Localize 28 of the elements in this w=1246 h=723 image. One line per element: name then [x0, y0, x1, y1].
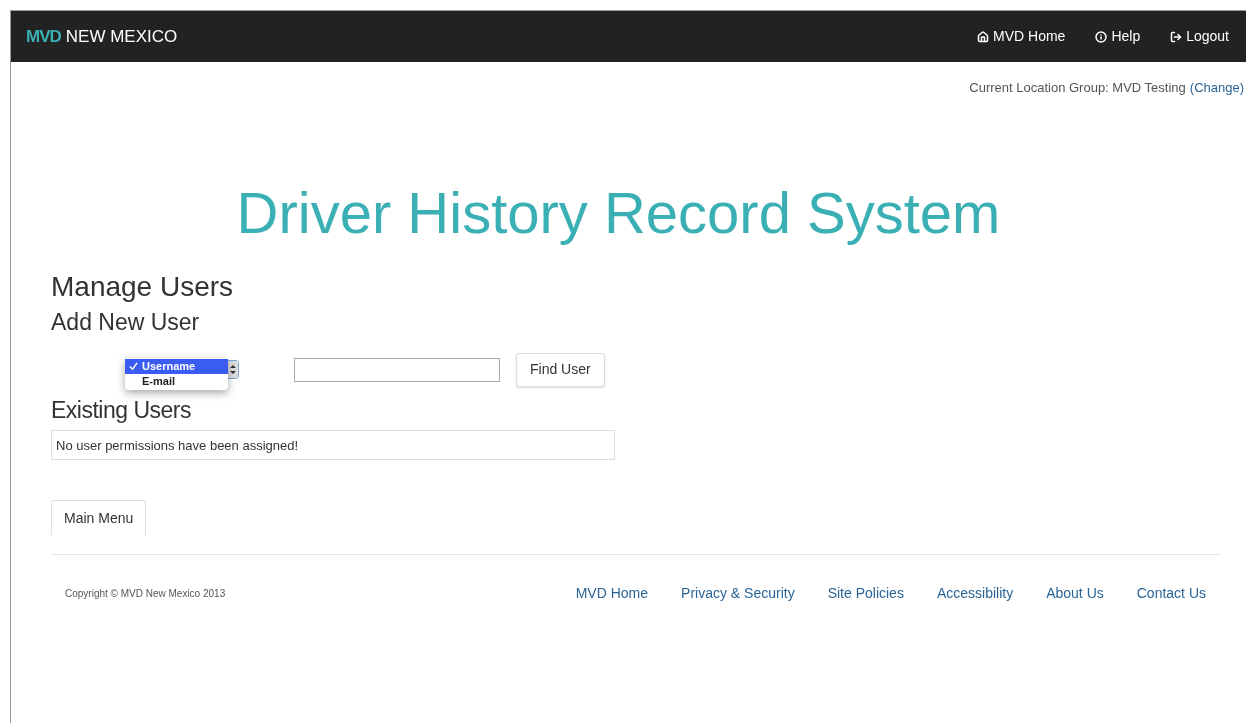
footer-link[interactable]: Privacy & Security: [681, 583, 795, 605]
footer-link[interactable]: Contact Us: [1136, 583, 1206, 605]
nav-link[interactable]: MVD Home: [977, 26, 1066, 47]
brand-name[interactable]: NEW MEXICO: [65, 23, 178, 50]
search-field[interactable]: [294, 357, 500, 382]
main-menu-button[interactable]: Main Menu: [51, 500, 147, 537]
location-label: Current Location Group: MVD Testing: [969, 79, 1186, 97]
subsection-heading: Add New User: [51, 309, 201, 337]
find-user-button[interactable]: Find User: [516, 352, 605, 387]
dropdown-option[interactable]: E-mail: [125, 374, 228, 390]
nav-link[interactable]: Logout: [1170, 26, 1229, 47]
nav-link[interactable]: Help: [1095, 26, 1141, 47]
footer-link[interactable]: Site Policies: [827, 583, 904, 605]
copyright-text: Copyright © MVD New Mexico 2013: [64, 587, 226, 602]
footer-link[interactable]: Accessibility: [936, 583, 1014, 605]
section-heading: Manage Users: [51, 269, 235, 304]
checkmark-icon: [129, 362, 138, 372]
subsection-heading: Existing Users: [51, 396, 192, 425]
footer-link[interactable]: MVD Home: [575, 583, 649, 605]
home-icon: [977, 30, 989, 43]
message-panel: No user permissions have been assigned!: [51, 430, 615, 461]
change-link[interactable]: (Change): [1189, 78, 1244, 98]
dropdown-option[interactable]: Username: [125, 359, 228, 375]
select-arrows-icon: [228, 361, 238, 379]
footer-link[interactable]: About Us: [1046, 583, 1104, 605]
brand-mark[interactable]: MVD: [26, 23, 61, 50]
info-icon: [1095, 30, 1108, 43]
logout-icon: [1170, 30, 1183, 43]
